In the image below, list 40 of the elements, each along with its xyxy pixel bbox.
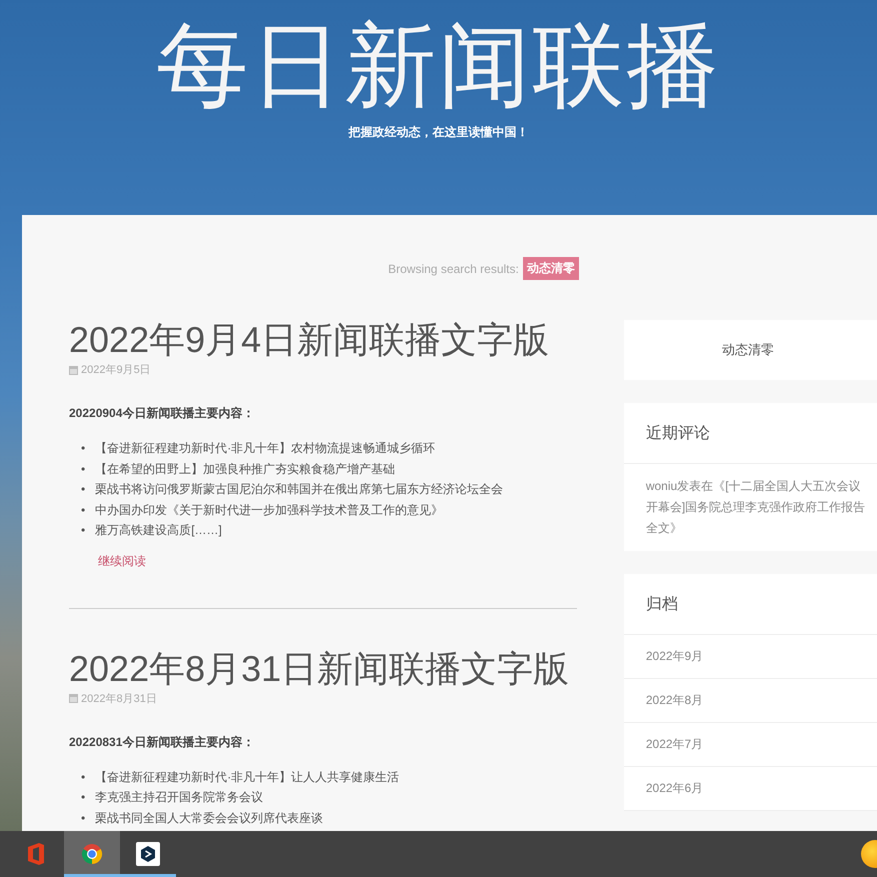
news-list-item: 李克强主持召开国务院常务会议 <box>95 789 264 806</box>
comment-text: woniu发表在《[十二届全国人大五次会议开幕会]国务院总理李克强作政府工作报告全文》 <box>644 478 866 537</box>
bullet-mark: • <box>81 522 86 538</box>
chevron-app-icon <box>136 842 160 866</box>
post-title[interactable]: 2022年8月31日新闻联播文字版 <box>69 646 577 690</box>
search-results-label: Browsing search results: <box>388 262 519 276</box>
archive-link[interactable]: 2022年7月 <box>624 723 877 767</box>
bullet-mark: • <box>81 789 86 806</box>
browser-logo-icon <box>81 843 103 865</box>
post-intro: 20220831今日新闻联播主要内容： <box>69 734 256 750</box>
news-list-item: 栗战书将访问俄罗斯蒙古国尼泊尔和韩国并在俄出席第七届东方经济论坛全会 <box>95 481 504 498</box>
post-date: 2022年9月5日 <box>81 363 151 377</box>
news-list-item: 【在希望的田野上】加强良种推广夯实粮食稳产增产基础 <box>95 460 396 477</box>
archive-link[interactable]: 2022年8月 <box>624 679 877 723</box>
tag-link[interactable]: 动态清零 <box>722 341 774 359</box>
calendar-icon <box>69 364 78 374</box>
widget-title: 近期评论 <box>624 403 877 464</box>
calendar-icon <box>69 693 78 703</box>
post-intro: 20220904今日新闻联播主要内容： <box>69 405 256 422</box>
archive-link[interactable]: 2022年9月 <box>624 635 877 679</box>
office-logo-icon <box>25 842 47 866</box>
post-title[interactable]: 2022年9月4日新闻联播文字版 <box>69 318 577 362</box>
news-list-item: 【奋进新征程建功新时代·非凡十年】农村物流提速畅通城乡循环 <box>95 440 436 456</box>
post-date: 2022年8月31日 <box>81 692 157 706</box>
search-term-badge: 动态清零 <box>522 257 579 280</box>
bullet-mark: • <box>81 460 86 477</box>
widget-title: 归档 <box>624 574 877 635</box>
bullet-mark: • <box>81 440 86 456</box>
bullet-mark: • <box>81 768 86 785</box>
news-list-item: 栗战书同全国人大常委会会议列席代表座谈 <box>95 810 324 826</box>
archive-link[interactable]: 2022年6月 <box>624 767 877 811</box>
news-list-item: 雅万高铁建设高质[……] <box>95 522 222 538</box>
news-list-item: 中办国办印发《关于新时代进一步加强科学技术普及工作的意见》 <box>95 502 444 518</box>
read-more-link[interactable]: 继续阅读 <box>98 552 146 570</box>
bullet-mark: • <box>81 502 86 518</box>
site-title: 每日新闻联播 <box>156 14 720 118</box>
bullet-mark: • <box>81 810 86 826</box>
bullet-mark: • <box>81 481 86 498</box>
news-list-item: 【奋进新征程建功新时代·非凡十年】让人人共享健康生活 <box>95 768 400 785</box>
site-tagline: 把握政经动态，在这里读懂中国！ <box>348 124 528 141</box>
